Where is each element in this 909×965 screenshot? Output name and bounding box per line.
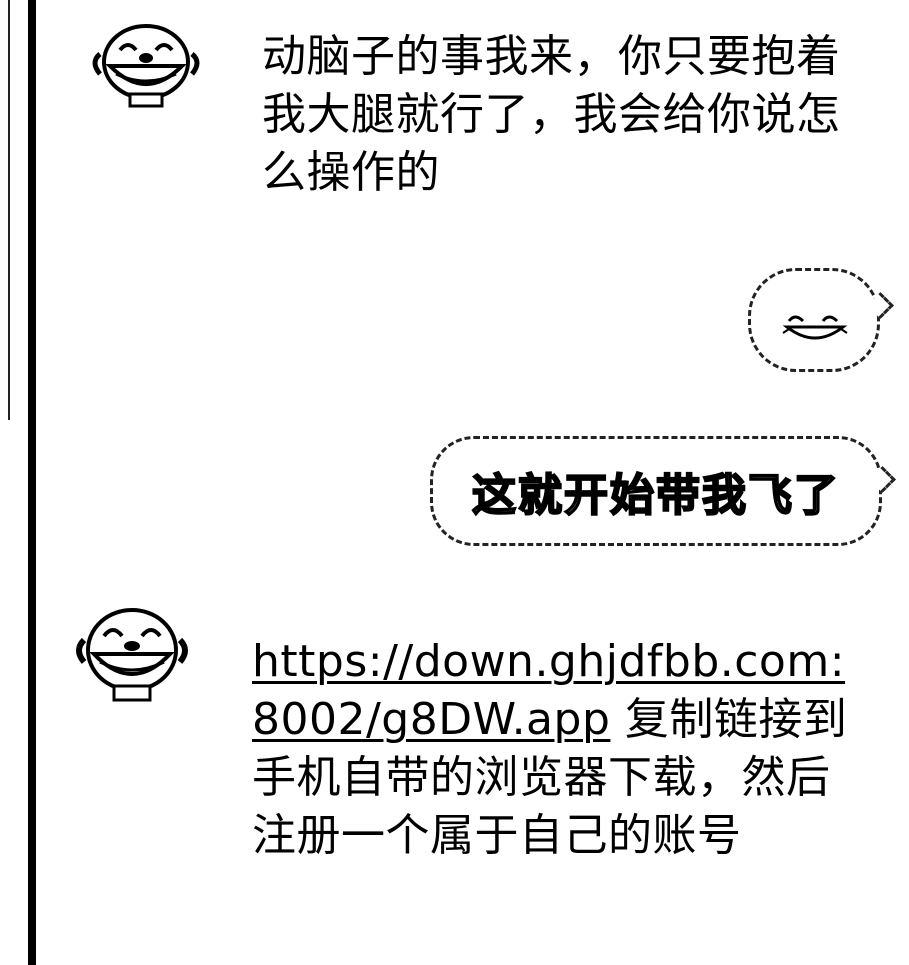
avatar[interactable] bbox=[86, 14, 206, 124]
laughing-face-icon bbox=[92, 24, 200, 108]
avatar[interactable] bbox=[72, 600, 192, 710]
left-edge-artifact bbox=[8, 0, 10, 420]
message-text: 动脑子的事我来，你只要抱着我大腿就行了，我会给你说怎么操作的 bbox=[262, 31, 841, 198]
message-text: 这就开始带我飞了 bbox=[471, 469, 840, 522]
laughing-emoji-icon bbox=[782, 315, 848, 340]
sent-sticker-bubble[interactable] bbox=[748, 268, 880, 372]
laughing-face-icon bbox=[76, 608, 188, 702]
left-border-line bbox=[28, 0, 36, 965]
message-text: https://down.ghjdfbb.com:8002/g8DW.app 复… bbox=[252, 633, 872, 865]
sent-message-bubble[interactable]: 这就开始带我飞了 bbox=[430, 436, 882, 546]
